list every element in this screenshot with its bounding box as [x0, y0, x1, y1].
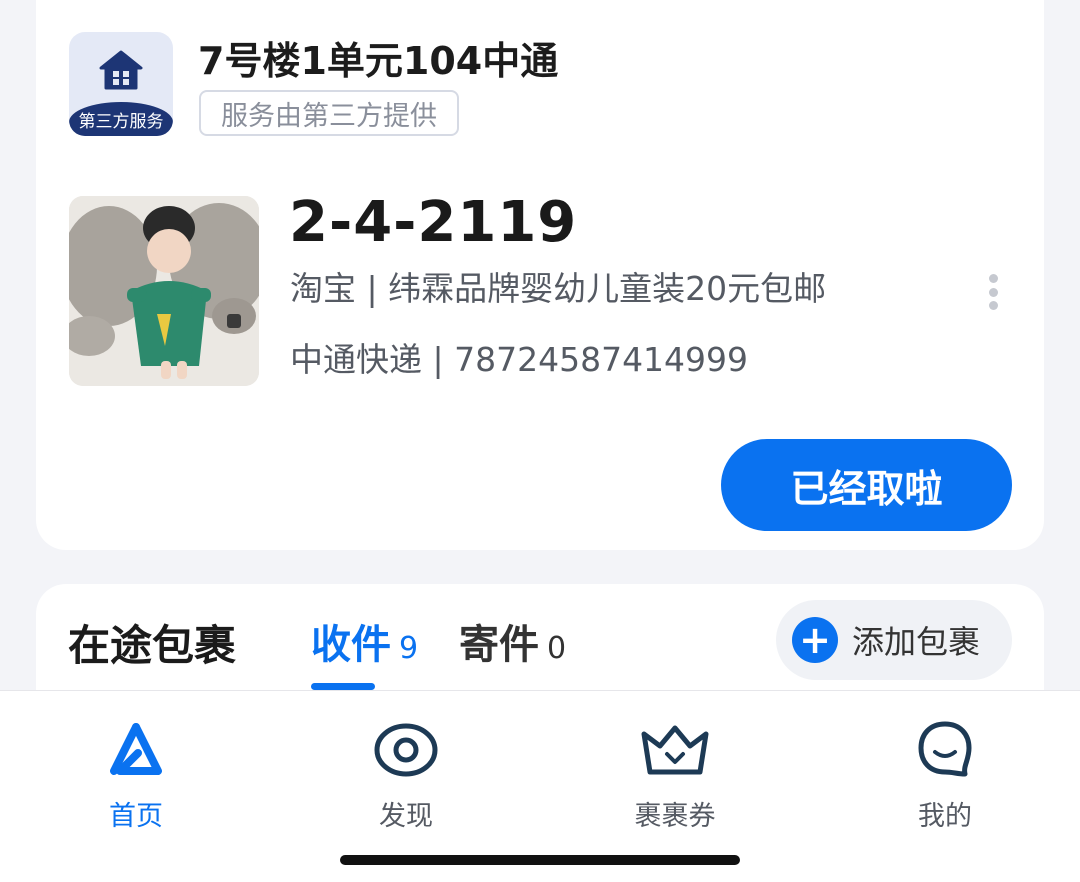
home-a-icon — [108, 718, 164, 782]
discover-icon — [373, 718, 439, 782]
house-icon — [99, 50, 143, 90]
station-name[interactable]: 7号楼1单元104中通 — [198, 30, 558, 85]
station-logo-label: 第三方服务 — [69, 102, 173, 136]
nav-label-profile: 我的 — [918, 801, 972, 832]
tab-send-count: 0 — [547, 631, 567, 666]
courier-tracking: 中通快递 | 78724587414999 — [290, 340, 749, 379]
more-options-icon[interactable] — [980, 270, 1006, 314]
active-tab-indicator — [311, 683, 375, 690]
pickup-code: 2-4-2119 — [289, 190, 578, 255]
nav-item-coupon[interactable]: 裹裹券 — [605, 718, 745, 833]
add-package-label: 添加包裹 — [852, 623, 981, 661]
in-transit-title: 在途包裹 — [68, 621, 237, 670]
crown-coupon-icon — [638, 718, 712, 782]
nav-label-coupon: 裹裹券 — [634, 801, 716, 832]
nav-label-discover: 发现 — [379, 801, 433, 832]
profile-face-icon — [915, 718, 975, 782]
nav-item-home[interactable]: 首页 — [66, 718, 206, 833]
nav-item-discover[interactable]: 发现 — [336, 718, 476, 833]
tab-receive-count: 9 — [399, 631, 419, 666]
nav-label-home: 首页 — [109, 801, 163, 832]
nav-item-profile[interactable]: 我的 — [875, 718, 1015, 833]
station-logo[interactable]: 第三方服务 — [69, 32, 173, 136]
plus-icon: + — [792, 617, 838, 663]
third-party-tag: 服务由第三方提供 — [199, 90, 459, 136]
add-package-button[interactable]: + 添加包裹 — [776, 600, 1012, 680]
tab-send-label: 寄件 — [459, 622, 539, 668]
baby-photo-image — [69, 196, 259, 386]
tab-receive[interactable]: 收件 9 — [311, 612, 418, 670]
tab-receive-label: 收件 — [311, 622, 391, 668]
package-source: 淘宝 | 纬霖品牌婴幼儿童装20元包邮 — [290, 269, 827, 308]
picked-up-button[interactable]: 已经取啦 — [721, 439, 1012, 531]
tab-send[interactable]: 寄件 0 — [459, 612, 566, 670]
home-indicator[interactable] — [340, 855, 740, 865]
package-thumbnail[interactable] — [69, 196, 259, 386]
